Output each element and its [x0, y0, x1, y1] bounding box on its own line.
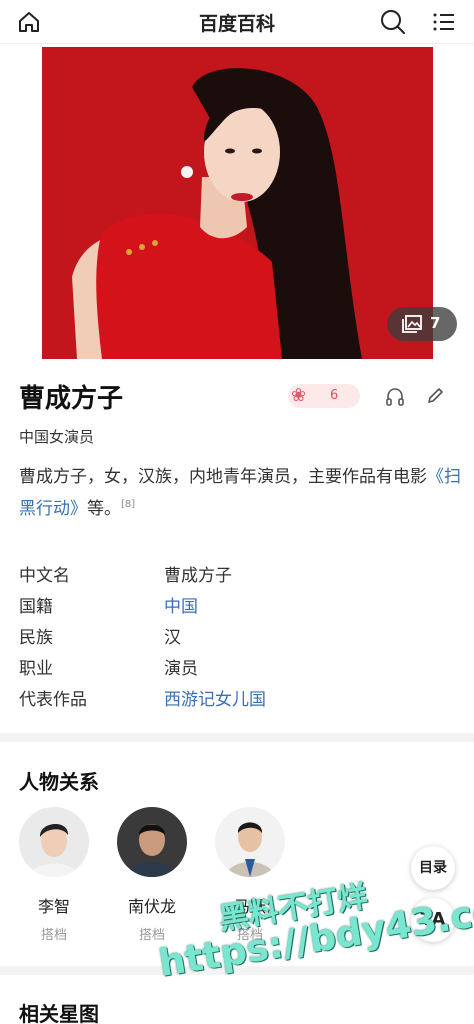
avatar — [215, 807, 285, 877]
infobox-row: 代表作品 西游记女儿国 — [19, 683, 459, 714]
font-size-button[interactable]: TA — [411, 898, 455, 942]
infobox-row: 职业 演员 — [19, 652, 459, 683]
related-stars-title: 相关星图 — [19, 1002, 99, 1024]
infobox-value: 演员 — [164, 659, 198, 679]
person-relation: 搭档 — [138, 928, 165, 943]
list-menu-icon[interactable] — [431, 9, 457, 35]
relation-person[interactable]: 马跃 搭档 — [205, 807, 295, 943]
entry-name: 曹成方子 — [19, 384, 124, 414]
headphones-icon[interactable] — [385, 387, 405, 407]
summary-text-end: 等。 — [87, 499, 121, 519]
like-button[interactable]: ❀ 6 — [288, 384, 360, 408]
album-button[interactable]: 7 — [387, 307, 457, 341]
like-count: 6 — [330, 388, 339, 403]
relation-person[interactable]: 李智 搭档 — [9, 807, 99, 943]
infobox-key: 中文名 — [19, 566, 70, 586]
entry-summary: 曹成方子，女，汉族，内地青年演员，主要作品有电影《扫黑行动》等。[8] — [19, 461, 463, 525]
person-name: 马跃 — [233, 897, 266, 916]
reference-marker[interactable]: [8] — [121, 499, 135, 510]
edit-pencil-icon[interactable] — [425, 386, 445, 406]
person-relation: 搭档 — [236, 928, 263, 943]
portrait-illustration — [42, 47, 433, 359]
avatar — [19, 807, 89, 877]
album-count: 7 — [430, 314, 441, 332]
section-divider — [0, 966, 474, 975]
section-divider — [0, 733, 474, 742]
gallery-icon — [402, 315, 422, 333]
infobox-row: 民族 汉 — [19, 621, 459, 652]
relation-person[interactable]: 南伏龙 搭档 — [107, 807, 197, 943]
infobox-row: 中文名 曹成方子 — [19, 559, 459, 590]
infobox-value: 曹成方子 — [164, 566, 232, 586]
person-name: 南伏龙 — [127, 897, 176, 916]
infobox-key: 民族 — [19, 628, 53, 648]
top-navigation-bar: 百度百科 — [0, 0, 474, 44]
infobox-value-link[interactable]: 中国 — [164, 592, 198, 617]
relations-title: 人物关系 — [19, 770, 99, 794]
avatar — [117, 807, 187, 877]
infobox-value: 汉 — [164, 628, 181, 648]
entry-subtitle: 中国女演员 — [19, 428, 95, 446]
infobox-key: 代表作品 — [19, 690, 87, 710]
entry-portrait-image[interactable] — [42, 47, 433, 359]
flower-icon: ❀ — [291, 385, 307, 406]
infobox-row: 国籍 中国 — [19, 590, 459, 621]
infobox: 中文名 曹成方子 国籍 中国 民族 汉 职业 演员 代表作品 西游记女儿国 — [19, 559, 459, 714]
person-relation: 搭档 — [40, 928, 67, 943]
infobox-value-link[interactable]: 西游记女儿国 — [164, 685, 266, 710]
person-name: 李智 — [37, 897, 70, 916]
summary-text: 曹成方子，女，汉族，内地青年演员，主要作品有电影 — [19, 467, 427, 487]
table-of-contents-button[interactable]: 目录 — [411, 846, 455, 890]
search-icon[interactable] — [379, 8, 407, 36]
infobox-key: 国籍 — [19, 597, 53, 617]
infobox-key: 职业 — [19, 659, 53, 679]
